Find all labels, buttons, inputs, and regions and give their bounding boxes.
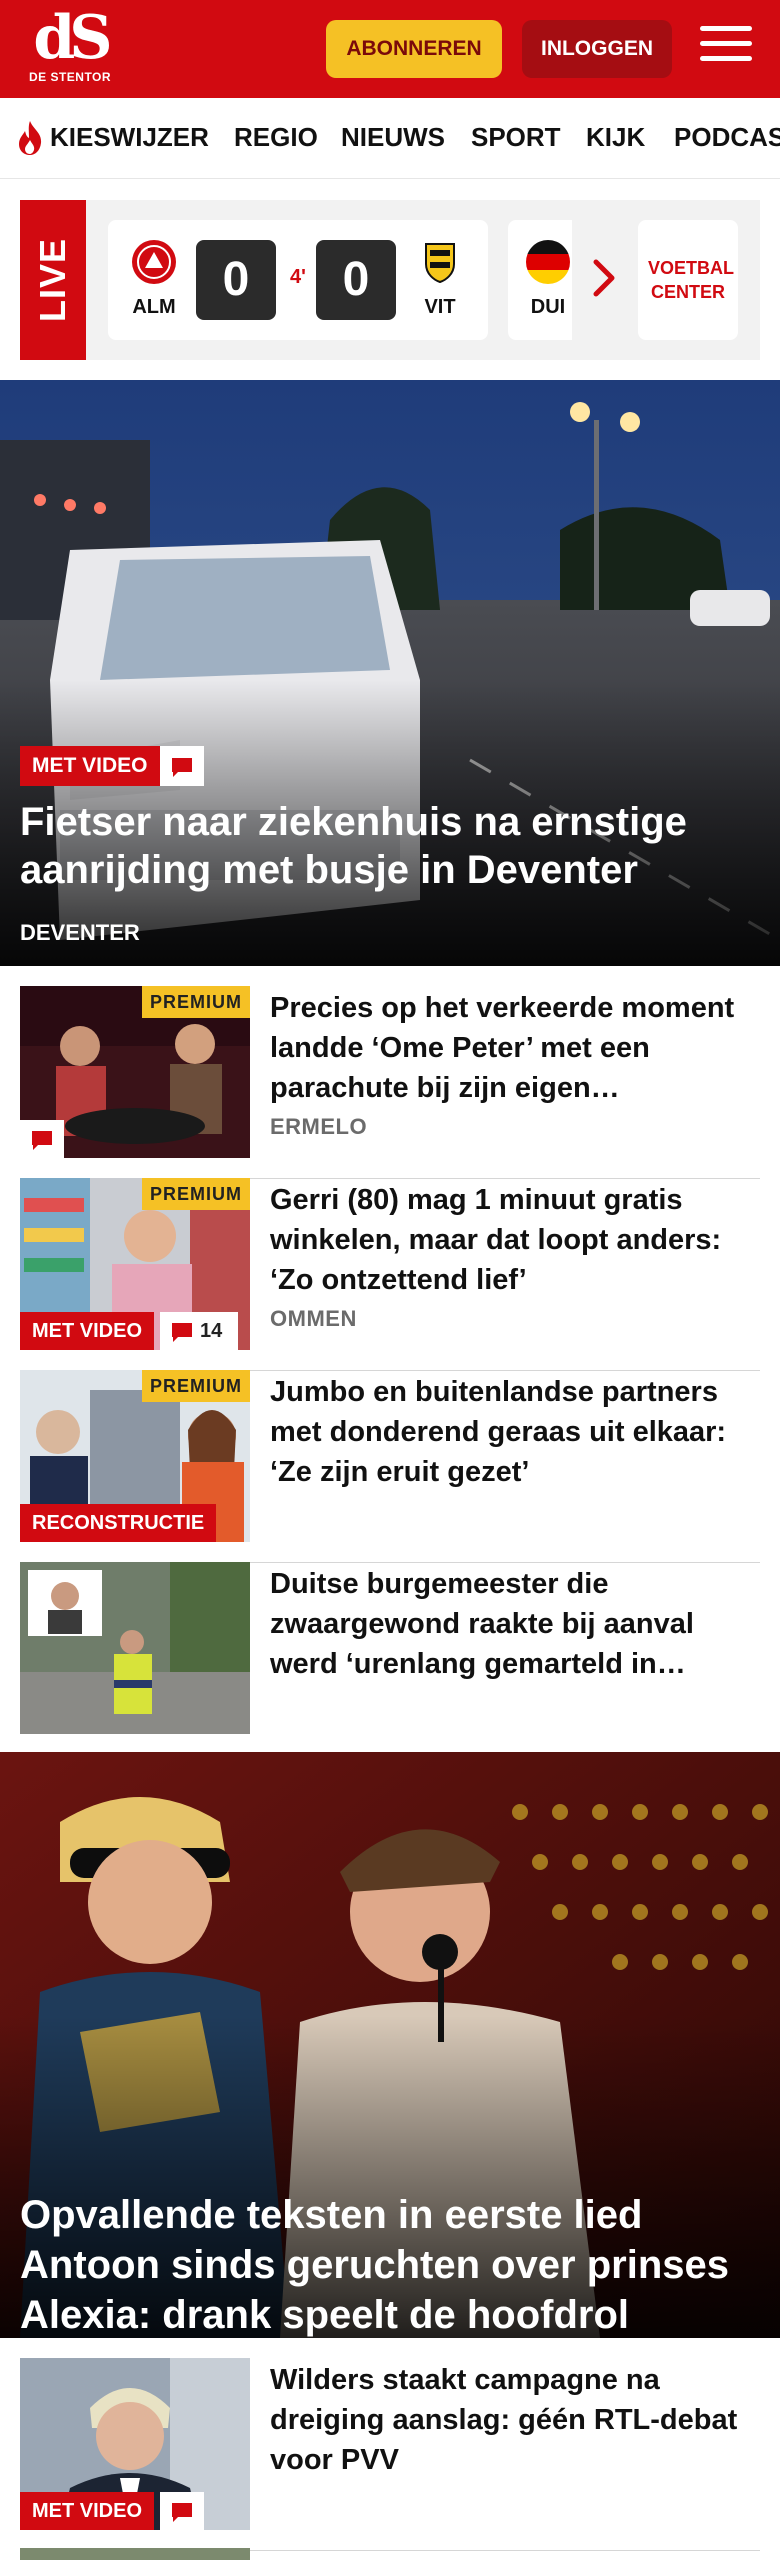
article-title[interactable]: Gerri (80) mag 1 minuut gratis winkelen,… [270, 1180, 760, 1300]
nav-item-nieuws[interactable]: NIEUWS [341, 122, 445, 153]
video-badge: MET VIDEO [20, 746, 160, 786]
hamburger-menu-icon[interactable] [700, 26, 752, 70]
comment-icon [172, 2503, 192, 2522]
article-thumbnail [20, 1562, 250, 1734]
article-row[interactable]: PREMIUM Precies op het verkeerde moment … [20, 986, 760, 1179]
comment-badge: 14 [160, 1312, 238, 1350]
away-team-name: VIT [424, 296, 456, 318]
hero-title[interactable]: Fietser naar ziekenhuis na ernstige aanr… [20, 798, 750, 894]
live-scores-strip: LIVE ALM 0 4' 0 VIT DUI VOETBAL CENTER [20, 200, 760, 360]
voetbal-center-label: VOETBAL CENTER [648, 258, 735, 302]
article-title[interactable]: Jumbo en buitenlandse partners met donde… [270, 1372, 760, 1492]
premium-badge: PREMIUM [142, 986, 250, 1018]
login-button[interactable]: INLOGGEN [522, 20, 672, 78]
article-region: OMMEN [270, 1306, 357, 1331]
comment-badge [20, 1120, 64, 1158]
premium-badge: PREMIUM [142, 1370, 250, 1402]
thumbnail-image [20, 1562, 250, 1734]
nav-item-kijk[interactable]: KIJK [586, 122, 645, 153]
almere-club-icon [132, 240, 176, 284]
video-badge: MET VIDEO [20, 2492, 155, 2530]
voetbal-center-button[interactable]: VOETBAL CENTER [638, 220, 738, 340]
article-row[interactable]: MET VIDEO Wilders staakt campagne na dre… [20, 2358, 760, 2551]
site-logo[interactable]: dS DE STENTOR [22, 8, 118, 92]
nav-item-podcasts[interactable]: PODCAS [674, 122, 780, 153]
article-thumbnail: MET VIDEO [20, 2358, 250, 2530]
nav-item-kieswijzer[interactable]: KIESWIJZER [50, 122, 209, 153]
next-team-name: DUI [530, 296, 566, 318]
hero-article-2[interactable]: Opvallende teksten in eerste lied Antoon… [0, 1752, 780, 2338]
comment-badge [160, 746, 204, 786]
top-header: dS DE STENTOR ABONNEREN INLOGGEN [0, 0, 780, 98]
comment-count: 14 [200, 1320, 223, 1342]
article-row[interactable]: Duitse burgemeester die zwaargewond raak… [20, 1562, 760, 1755]
match-card-next[interactable]: DUI [508, 220, 572, 340]
hero2-title[interactable]: Opvallende teksten in eerste lied Antoon… [20, 2190, 760, 2338]
next-article-thumbnail-peek [20, 2548, 250, 2560]
article-thumbnail: PREMIUM RECONSTRUCTIE [20, 1370, 250, 1542]
comment-icon [172, 758, 192, 777]
live-label-text: LIVE [32, 237, 73, 323]
article-thumbnail: PREMIUM MET VIDEO 14 [20, 1178, 250, 1350]
logo-mark: dS [33, 3, 112, 73]
reconstructie-badge: RECONSTRUCTIE [20, 1504, 217, 1542]
nav-item-sport[interactable]: SPORT [471, 122, 561, 153]
nav-item-regio[interactable]: REGIO [234, 122, 318, 153]
premium-badge: PREMIUM [142, 1178, 250, 1210]
comment-icon [172, 1323, 192, 1342]
vitesse-club-icon [425, 243, 455, 284]
article-thumbnail: PREMIUM [20, 986, 250, 1158]
logo-text: DE STENTOR [28, 70, 112, 84]
article-title[interactable]: Wilders staakt campagne na dreiging aans… [270, 2360, 760, 2480]
home-team-name: ALM [132, 296, 176, 318]
article-region: ERMELO [270, 1114, 368, 1139]
comment-icon [32, 1131, 52, 1150]
away-score: 0 [316, 240, 396, 320]
hero-region: DEVENTER [20, 920, 140, 945]
flame-icon [19, 121, 42, 155]
article-row[interactable]: PREMIUM RECONSTRUCTIE Jumbo en buitenlan… [20, 1370, 760, 1563]
live-label: LIVE [20, 200, 86, 360]
video-badge: MET VIDEO [20, 1312, 155, 1350]
article-title[interactable]: Precies op het verkeerde moment landde ‘… [270, 988, 760, 1108]
hero-article[interactable]: MET VIDEO Fietser naar ziekenhuis na ern… [0, 380, 780, 966]
subscribe-button[interactable]: ABONNEREN [326, 20, 502, 78]
chevron-right-icon[interactable] [592, 258, 616, 298]
comment-badge [160, 2492, 204, 2530]
match-card[interactable]: ALM 0 4' 0 VIT [108, 220, 488, 340]
article-title[interactable]: Duitse burgemeester die zwaargewond raak… [270, 1564, 760, 1684]
match-minute: 4' [290, 266, 306, 288]
germany-flag-icon [526, 240, 570, 284]
home-score: 0 [196, 240, 276, 320]
main-navigation: KIESWIJZER REGIO NIEUWS SPORT KIJK PODCA… [0, 98, 780, 179]
article-row[interactable]: PREMIUM MET VIDEO 14 Gerri (80) mag 1 mi… [20, 1178, 760, 1371]
